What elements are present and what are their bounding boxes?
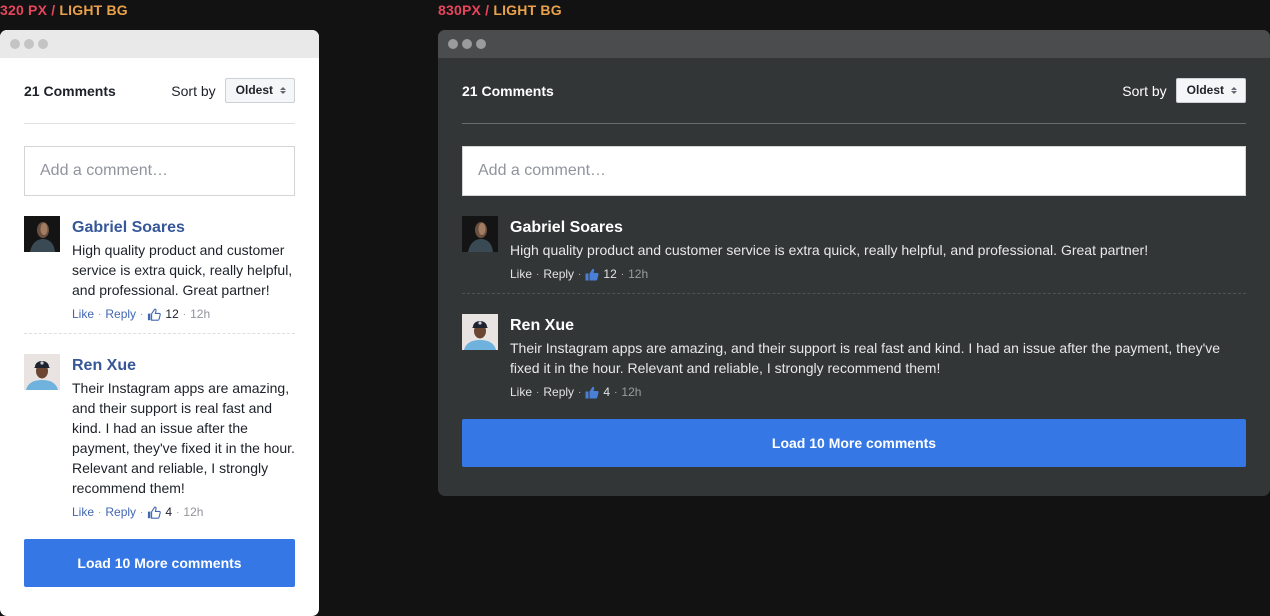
frame-label-320: 320 PX / LIGHT BG: [0, 2, 128, 18]
avatar[interactable]: [462, 314, 498, 350]
window-dot-icon: [476, 39, 486, 49]
separator: ·: [140, 308, 144, 320]
sort-value: Oldest: [1186, 83, 1224, 97]
reply-link[interactable]: Reply: [543, 267, 574, 281]
comment-author-link[interactable]: Ren Xue: [72, 356, 295, 376]
avatar-image-icon: [24, 216, 60, 252]
comments-plugin: 21 Comments Sort by Oldest Gabriel Soare…: [0, 58, 319, 587]
add-comment-input[interactable]: [24, 146, 295, 196]
updown-caret-icon: [1231, 86, 1237, 94]
reply-link[interactable]: Reply: [105, 505, 136, 519]
thumbs-up-icon: [585, 386, 599, 399]
sort-control: Sort by Oldest: [171, 78, 295, 103]
comment-actions: Like · Reply · 12 · 12h: [72, 307, 295, 321]
frame-sep-text: /: [481, 2, 494, 18]
comment-count: 21 Comments: [462, 82, 554, 99]
comment-timestamp[interactable]: 12h: [183, 505, 203, 519]
comments-header: 21 Comments Sort by Oldest: [24, 58, 295, 124]
add-comment-input[interactable]: [462, 146, 1246, 196]
like-count: 4: [165, 505, 173, 519]
comment-item: Gabriel Soares High quality product and …: [24, 196, 295, 321]
window-dot-icon: [462, 39, 472, 49]
like-link[interactable]: Like: [72, 307, 94, 321]
comment-text: High quality product and customer servic…: [510, 242, 1149, 258]
comments-plugin: 21 Comments Sort by Oldest Gabriel Soare…: [438, 58, 1270, 467]
like-link[interactable]: Like: [72, 505, 94, 519]
updown-caret-icon: [280, 86, 286, 94]
comments-window-light: 21 Comments Sort by Oldest Gabriel Soare…: [0, 30, 319, 616]
separator: ·: [176, 506, 180, 518]
like-count: 4: [603, 385, 611, 399]
avatar-image-icon: [24, 354, 60, 390]
comment-actions: Like · Reply · 4 · 12h: [510, 385, 1246, 399]
window-dot-icon: [38, 39, 48, 49]
sort-select[interactable]: Oldest: [224, 78, 295, 103]
reply-link[interactable]: Reply: [543, 385, 574, 399]
comment-actions: Like · Reply · 4 · 12h: [72, 505, 295, 519]
like-count: 12: [603, 267, 617, 281]
separator: ·: [578, 386, 582, 398]
thumbs-up-icon: [147, 506, 161, 519]
sort-value: Oldest: [235, 83, 273, 97]
load-more-button[interactable]: Load 10 More comments: [24, 539, 295, 587]
comment-count: 21 Comments: [24, 82, 116, 99]
comment-text: Their Instagram apps are amazing, and th…: [72, 380, 295, 496]
sort-control: Sort by Oldest: [1122, 78, 1246, 103]
window-titlebar: [0, 30, 319, 58]
separator: ·: [578, 268, 582, 280]
comment-item: Ren Xue Their Instagram apps are amazing…: [462, 293, 1246, 399]
sort-label: Sort by: [1122, 82, 1167, 99]
separator: ·: [620, 268, 625, 280]
window-dot-icon: [448, 39, 458, 49]
like-link[interactable]: Like: [510, 385, 532, 399]
comments-header: 21 Comments Sort by Oldest: [462, 58, 1246, 124]
comment-item: Gabriel Soares High quality product and …: [462, 196, 1246, 281]
thumbs-up-icon: [147, 308, 161, 321]
comment-actions: Like · Reply · 12 · 12h: [510, 267, 1246, 281]
comment-text: Their Instagram apps are amazing, and th…: [510, 340, 1221, 376]
frame-label-830: 830PX / LIGHT BG: [438, 2, 562, 18]
comment-author-link[interactable]: Gabriel Soares: [510, 218, 1246, 238]
separator: ·: [98, 308, 102, 320]
window-titlebar: [438, 30, 1270, 58]
separator: ·: [182, 308, 187, 320]
avatar-image-icon: [462, 314, 498, 350]
separator: ·: [536, 386, 540, 398]
comment-timestamp[interactable]: 12h: [628, 267, 648, 281]
separator: ·: [140, 506, 144, 518]
avatar-image-icon: [462, 216, 498, 252]
comment-timestamp[interactable]: 12h: [621, 385, 641, 399]
frame-size-text: 830PX: [438, 2, 482, 18]
frame-size-text: 320 PX: [0, 2, 48, 18]
avatar[interactable]: [24, 216, 60, 252]
sort-select[interactable]: Oldest: [1175, 78, 1246, 103]
frame-sep-text: /: [47, 2, 60, 18]
separator: ·: [614, 386, 618, 398]
thumbs-up-icon: [585, 268, 599, 281]
comment-item: Ren Xue Their Instagram apps are amazing…: [24, 333, 295, 519]
sort-label: Sort by: [171, 82, 216, 99]
comment-timestamp[interactable]: 12h: [190, 307, 210, 321]
comment-author-link[interactable]: Gabriel Soares: [72, 218, 295, 238]
separator: ·: [98, 506, 102, 518]
window-dot-icon: [10, 39, 20, 49]
separator: ·: [536, 268, 540, 280]
like-count: 12: [165, 307, 179, 321]
comment-author-link[interactable]: Ren Xue: [510, 316, 1246, 336]
avatar[interactable]: [24, 354, 60, 390]
comment-text: High quality product and customer servic…: [72, 242, 293, 298]
frame-bg-text: LIGHT BG: [493, 2, 562, 18]
comments-window-dark: 21 Comments Sort by Oldest Gabriel Soare…: [438, 30, 1270, 496]
reply-link[interactable]: Reply: [105, 307, 136, 321]
load-more-button[interactable]: Load 10 More comments: [462, 419, 1246, 467]
window-dot-icon: [24, 39, 34, 49]
like-link[interactable]: Like: [510, 267, 532, 281]
frame-bg-text: LIGHT BG: [59, 2, 128, 18]
avatar[interactable]: [462, 216, 498, 252]
